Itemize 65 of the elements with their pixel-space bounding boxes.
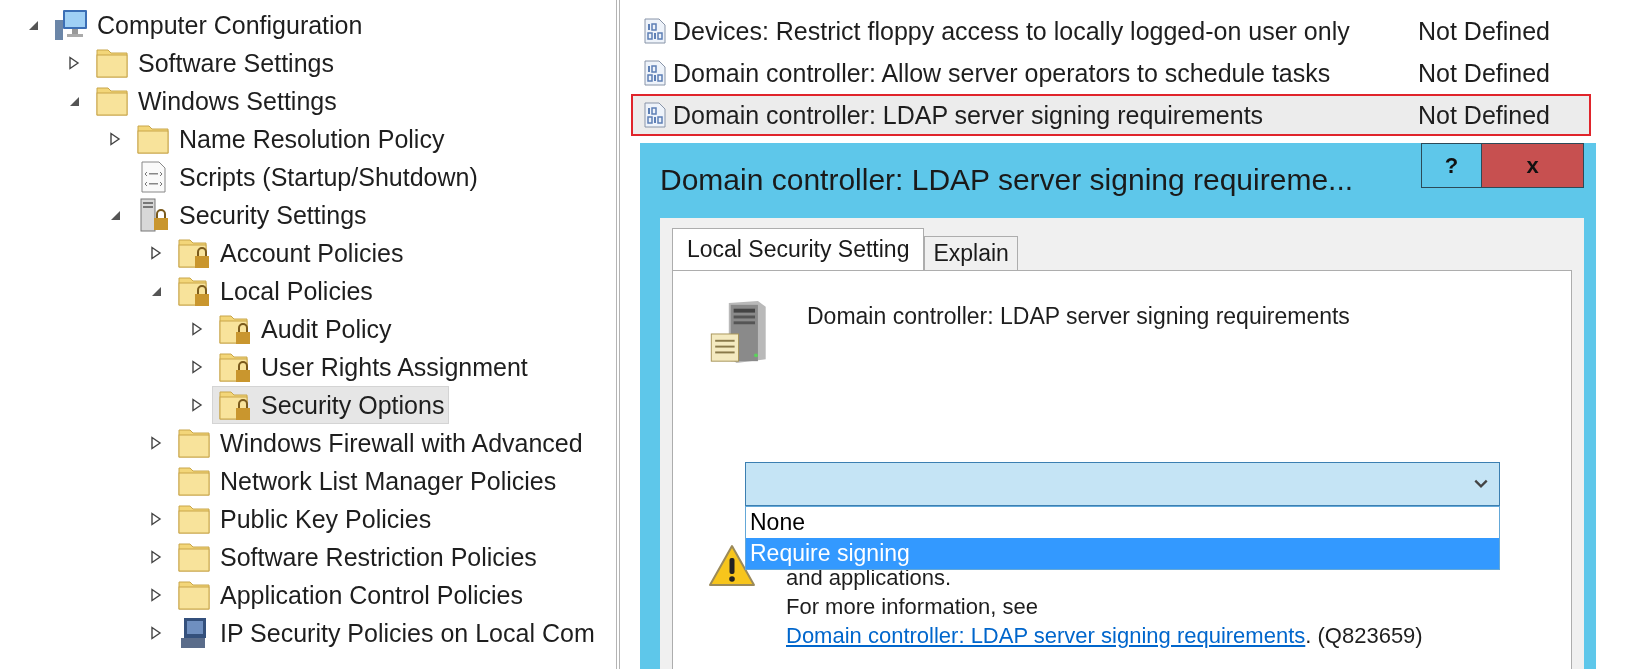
locked-folder-icon	[217, 312, 253, 346]
policy-heading: Domain controller: LDAP server signing requirements	[807, 303, 1350, 330]
tree-item[interactable]: User Rights Assignment	[212, 348, 533, 386]
tree-item[interactable]: IP Security Policies on Local Com	[171, 614, 600, 652]
collapsed-arrow-icon[interactable]	[67, 56, 81, 70]
tree-item[interactable]: Account Policies	[171, 234, 409, 272]
policy-row[interactable]: Domain controller: LDAP server signing requirements Not Defined	[631, 94, 1591, 136]
locked-folder-icon	[217, 388, 253, 422]
collapsed-arrow-icon[interactable]	[149, 550, 163, 564]
tree-item[interactable]: Local Policies	[171, 272, 378, 310]
tree-item[interactable]: Windows Firewall with Advanced	[171, 424, 588, 462]
more-info-text: For more information, see Domain controller: LDAP server signing requirements. (Q823659)	[786, 593, 1424, 650]
policy-name: Domain controller: LDAP server signing requirements	[673, 100, 1265, 130]
policy-setting: Not Defined	[1418, 100, 1551, 130]
collapsed-arrow-icon[interactable]	[149, 246, 163, 260]
tree-item[interactable]: Application Control Policies	[171, 576, 528, 614]
policy-row[interactable]: Domain controller: Allow server operators to schedule tasks Not Defined	[631, 52, 1591, 94]
tab[interactable]: Local Security Setting	[672, 228, 925, 270]
document-icon	[643, 60, 667, 86]
collapsed-arrow-icon[interactable]	[149, 588, 163, 602]
folder-icon	[94, 84, 130, 118]
tree-item[interactable]: Scripts (Startup/Shutdown)	[130, 158, 483, 196]
collapsed-arrow-icon[interactable]	[190, 322, 204, 336]
chevron-down-icon	[1473, 478, 1489, 490]
folder-icon	[176, 464, 212, 498]
document-icon	[643, 18, 667, 44]
collapsed-arrow-icon[interactable]	[190, 360, 204, 374]
policy-link[interactable]: Domain controller: LDAP server signing requirements	[786, 623, 1306, 648]
locked-folder-icon	[176, 236, 212, 270]
dropdown-field[interactable]	[745, 462, 1500, 506]
folder-icon	[176, 426, 212, 460]
policy-setting: Not Defined	[1418, 16, 1551, 46]
folder-icon	[176, 540, 212, 574]
folder-icon	[176, 578, 212, 612]
tree-item[interactable]: Network List Manager Policies	[171, 462, 562, 500]
collapsed-arrow-icon[interactable]	[190, 398, 204, 412]
tree-item[interactable]: Audit Policy	[212, 310, 397, 348]
tree-item[interactable]: Security Options	[212, 386, 450, 424]
close-button[interactable]: x	[1482, 143, 1584, 188]
dropdown-option[interactable]: None	[746, 507, 1499, 538]
folder-icon	[94, 46, 130, 80]
collapsed-arrow-icon[interactable]	[149, 626, 163, 640]
collapsed-arrow-icon[interactable]	[108, 132, 122, 146]
tree-item[interactable]: Name Resolution Policy	[130, 120, 450, 158]
policy-name: Devices: Restrict floppy access to locally logged-on user only	[673, 16, 1351, 46]
folder-icon	[135, 122, 171, 156]
help-button[interactable]: ?	[1421, 143, 1482, 188]
tree-item[interactable]: Software Restriction Policies	[171, 538, 542, 576]
tree-item[interactable]: Computer Configuration	[48, 6, 368, 44]
collapsed-arrow-icon[interactable]	[149, 436, 163, 450]
document-icon	[643, 102, 667, 128]
locked-folder-icon	[176, 274, 212, 308]
tree-item[interactable]: Windows Settings	[89, 82, 342, 120]
policy-name: Domain controller: Allow server operators to schedule tasks	[673, 58, 1332, 88]
locked-folder-icon	[217, 350, 253, 384]
policy-setting: Not Defined	[1418, 58, 1551, 88]
computer-icon	[53, 8, 89, 42]
tab[interactable]: Explain	[924, 236, 1018, 270]
tree-item[interactable]: Software Settings	[89, 44, 339, 82]
tree-item[interactable]: Public Key Policies	[171, 500, 437, 538]
policy-row[interactable]: Devices: Restrict floppy access to locally logged-on user only Not Defined	[631, 10, 1591, 52]
tree-item[interactable]: Security Settings	[130, 196, 372, 234]
window-title: Domain controller: LDAP server signing requireme...	[660, 163, 1355, 197]
collapsed-arrow-icon[interactable]	[149, 512, 163, 526]
folder-icon	[176, 502, 212, 536]
